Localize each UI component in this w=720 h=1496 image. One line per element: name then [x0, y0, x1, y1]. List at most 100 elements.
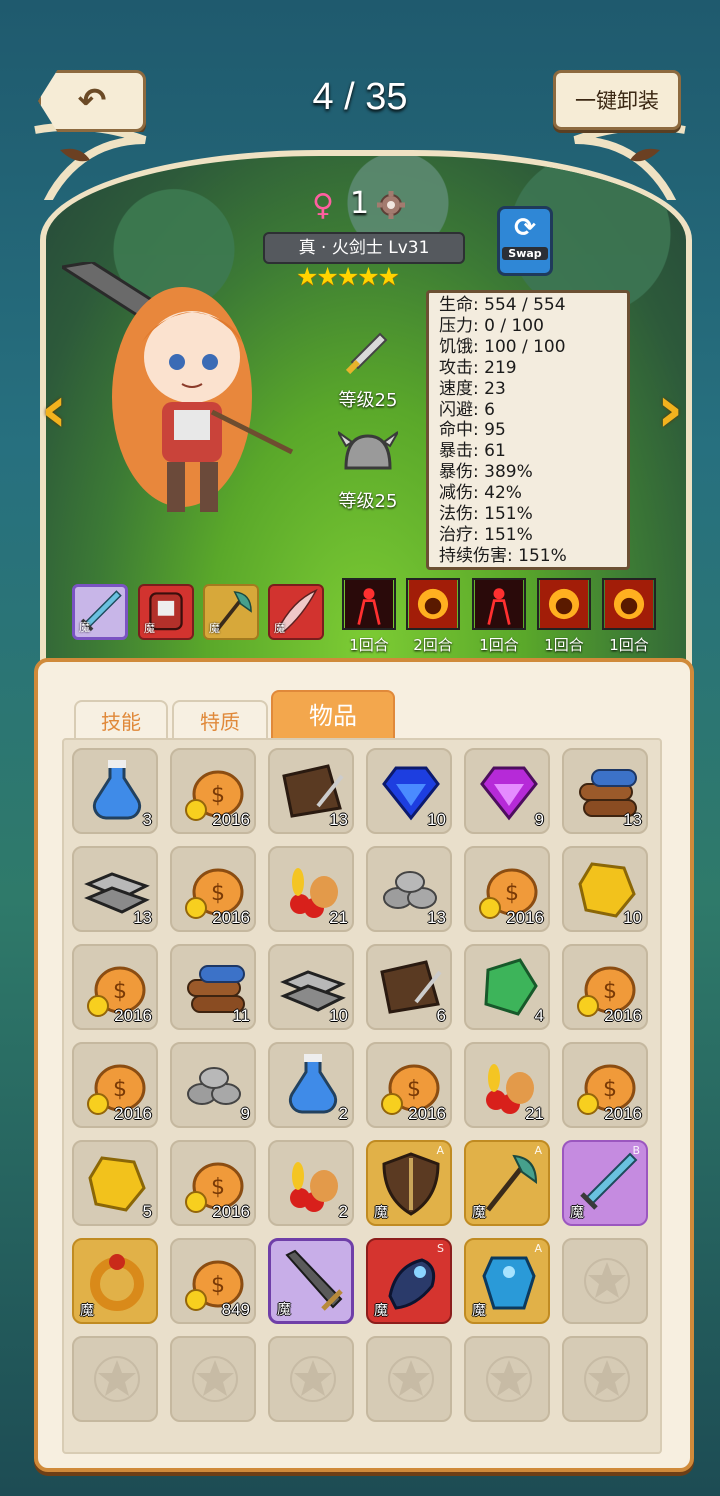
inventory-slot[interactable]: $2016	[170, 1140, 256, 1226]
item-count: 13	[133, 908, 152, 927]
inventory-slot[interactable]: 13	[72, 846, 158, 932]
inventory-slot[interactable]: 13	[562, 748, 648, 834]
page-counter: 4 / 35	[312, 76, 408, 118]
empty-slot-icon	[486, 1356, 532, 1402]
stat-row: 法伤: 151%	[439, 504, 533, 525]
magic-mark: 魔	[144, 622, 155, 635]
inventory-slot[interactable]: 魔A	[366, 1140, 452, 1226]
tab-traits[interactable]: 特质	[172, 700, 268, 740]
inventory-slot[interactable]: 4	[464, 944, 550, 1030]
buff-fire-face-icon[interactable]	[537, 578, 591, 630]
empty-inventory-slot	[562, 1336, 648, 1422]
svg-text:$: $	[211, 881, 225, 906]
empty-slot-icon	[584, 1356, 630, 1402]
inventory-slot[interactable]: 10	[366, 748, 452, 834]
inventory-slot[interactable]: 5	[72, 1140, 158, 1226]
equip-slot[interactable]: 魔	[72, 584, 128, 640]
inventory-slot[interactable]: $2016	[72, 1042, 158, 1128]
inventory-slot[interactable]: 21	[464, 1042, 550, 1128]
unequip-all-button[interactable]: 一键卸装	[553, 70, 681, 130]
inventory-slot[interactable]: 13	[268, 748, 354, 834]
item-count: 2016	[114, 1006, 152, 1025]
equip-slot[interactable]: 魔	[138, 584, 194, 640]
inventory-slot[interactable]: $2016	[72, 944, 158, 1030]
inventory-slot[interactable]: 6	[366, 944, 452, 1030]
inventory-slot[interactable]: $2016	[170, 748, 256, 834]
item-count: 2016	[604, 1006, 642, 1025]
inventory-slot[interactable]: 13	[366, 846, 452, 932]
food-icon	[290, 1162, 338, 1212]
hero-level-number: 1	[350, 186, 370, 221]
magic-mark: 魔	[472, 1205, 486, 1221]
inventory-slot[interactable]: $2016	[562, 1042, 648, 1128]
svg-text:$: $	[113, 1077, 127, 1102]
inventory-slot[interactable]: $2016	[366, 1042, 452, 1128]
stat-row: 命中: 95	[439, 420, 506, 441]
item-count: 9	[240, 1104, 250, 1123]
inventory-slot[interactable]: 10	[562, 846, 648, 932]
empty-inventory-slot	[464, 1336, 550, 1422]
stats-panel: 生命: 554 / 554 压力: 0 / 100 饥饿: 100 / 100 攻击:…	[426, 290, 630, 570]
svg-text:$: $	[211, 1175, 225, 1200]
item-count: 21	[329, 908, 348, 927]
buff-fire-face-icon[interactable]	[406, 578, 460, 630]
equip-slot[interactable]: 魔	[268, 584, 324, 640]
swap-button[interactable]: ⟳ Swap	[497, 206, 553, 276]
female-icon: ♀	[312, 188, 334, 223]
inventory-slot[interactable]: $2016	[464, 846, 550, 932]
inventory-slot[interactable]: 魔S	[366, 1238, 452, 1324]
svg-text:$: $	[505, 881, 519, 906]
svg-text:$: $	[211, 783, 225, 808]
item-count: 11	[232, 1006, 250, 1025]
empty-inventory-slot	[268, 1336, 354, 1422]
helmet-icon[interactable]	[338, 428, 398, 478]
inventory-slot[interactable]: 2	[268, 1042, 354, 1128]
inventory-slot[interactable]: 21	[268, 846, 354, 932]
item-count: 3	[142, 810, 152, 829]
inventory-slot[interactable]: $2016	[170, 846, 256, 932]
tab-items[interactable]: 物品	[271, 690, 395, 738]
buff-fire-face-icon[interactable]	[602, 578, 656, 630]
item-count: 9	[534, 810, 544, 829]
buff-dark-figure-icon[interactable]	[472, 578, 526, 630]
gold-ore-icon	[88, 1156, 146, 1212]
prev-hero-arrow[interactable]: ‹	[34, 370, 74, 450]
item-count: 2016	[212, 908, 250, 927]
inventory-slot[interactable]: 10	[268, 944, 354, 1030]
potion-icon	[92, 760, 142, 820]
hero-name-plate: 真 · 火剑士 Lv31	[263, 232, 465, 264]
inventory-slot[interactable]: 9	[170, 1042, 256, 1128]
inventory-slot[interactable]: 魔A	[464, 1238, 550, 1324]
fire-face-icon	[540, 580, 588, 628]
svg-text:$: $	[603, 979, 617, 1004]
next-hero-arrow[interactable]: ›	[650, 370, 690, 450]
item-count: 2	[338, 1104, 348, 1123]
buff-dark-figure-icon[interactable]	[342, 578, 396, 630]
inventory-slot[interactable]: $2016	[562, 944, 648, 1030]
swap-label: Swap	[502, 247, 548, 260]
tab-skills[interactable]: 技能	[74, 700, 168, 740]
inventory-slot[interactable]: $849	[170, 1238, 256, 1324]
back-button[interactable]: ↶	[38, 70, 146, 132]
stat-row: 持续伤害: 151%	[439, 545, 567, 566]
item-count: 10	[329, 1006, 348, 1025]
inventory-slot[interactable]: 9	[464, 748, 550, 834]
sword-icon[interactable]	[340, 330, 390, 380]
stat-row: 攻击: 219	[439, 357, 517, 378]
item-count: 21	[525, 1104, 544, 1123]
inventory-slot[interactable]: 魔	[72, 1238, 158, 1324]
inventory-slot[interactable]: 魔	[268, 1238, 354, 1324]
inventory-slot[interactable]: 魔B	[562, 1140, 648, 1226]
inventory-slot[interactable]: 魔A	[464, 1140, 550, 1226]
item-count: 2016	[114, 1104, 152, 1123]
dark-figure-icon	[475, 580, 523, 628]
item-grade: A	[534, 1242, 542, 1255]
inventory-slot[interactable]: 2	[268, 1140, 354, 1226]
gear-icon[interactable]	[376, 190, 406, 220]
hero-portrait[interactable]	[62, 262, 312, 522]
inventory-slot[interactable]: 11	[170, 944, 256, 1030]
stat-row: 治疗: 151%	[439, 524, 533, 545]
empty-inventory-slot	[366, 1336, 452, 1422]
equip-slot[interactable]: 魔	[203, 584, 259, 640]
inventory-slot[interactable]: 3	[72, 748, 158, 834]
